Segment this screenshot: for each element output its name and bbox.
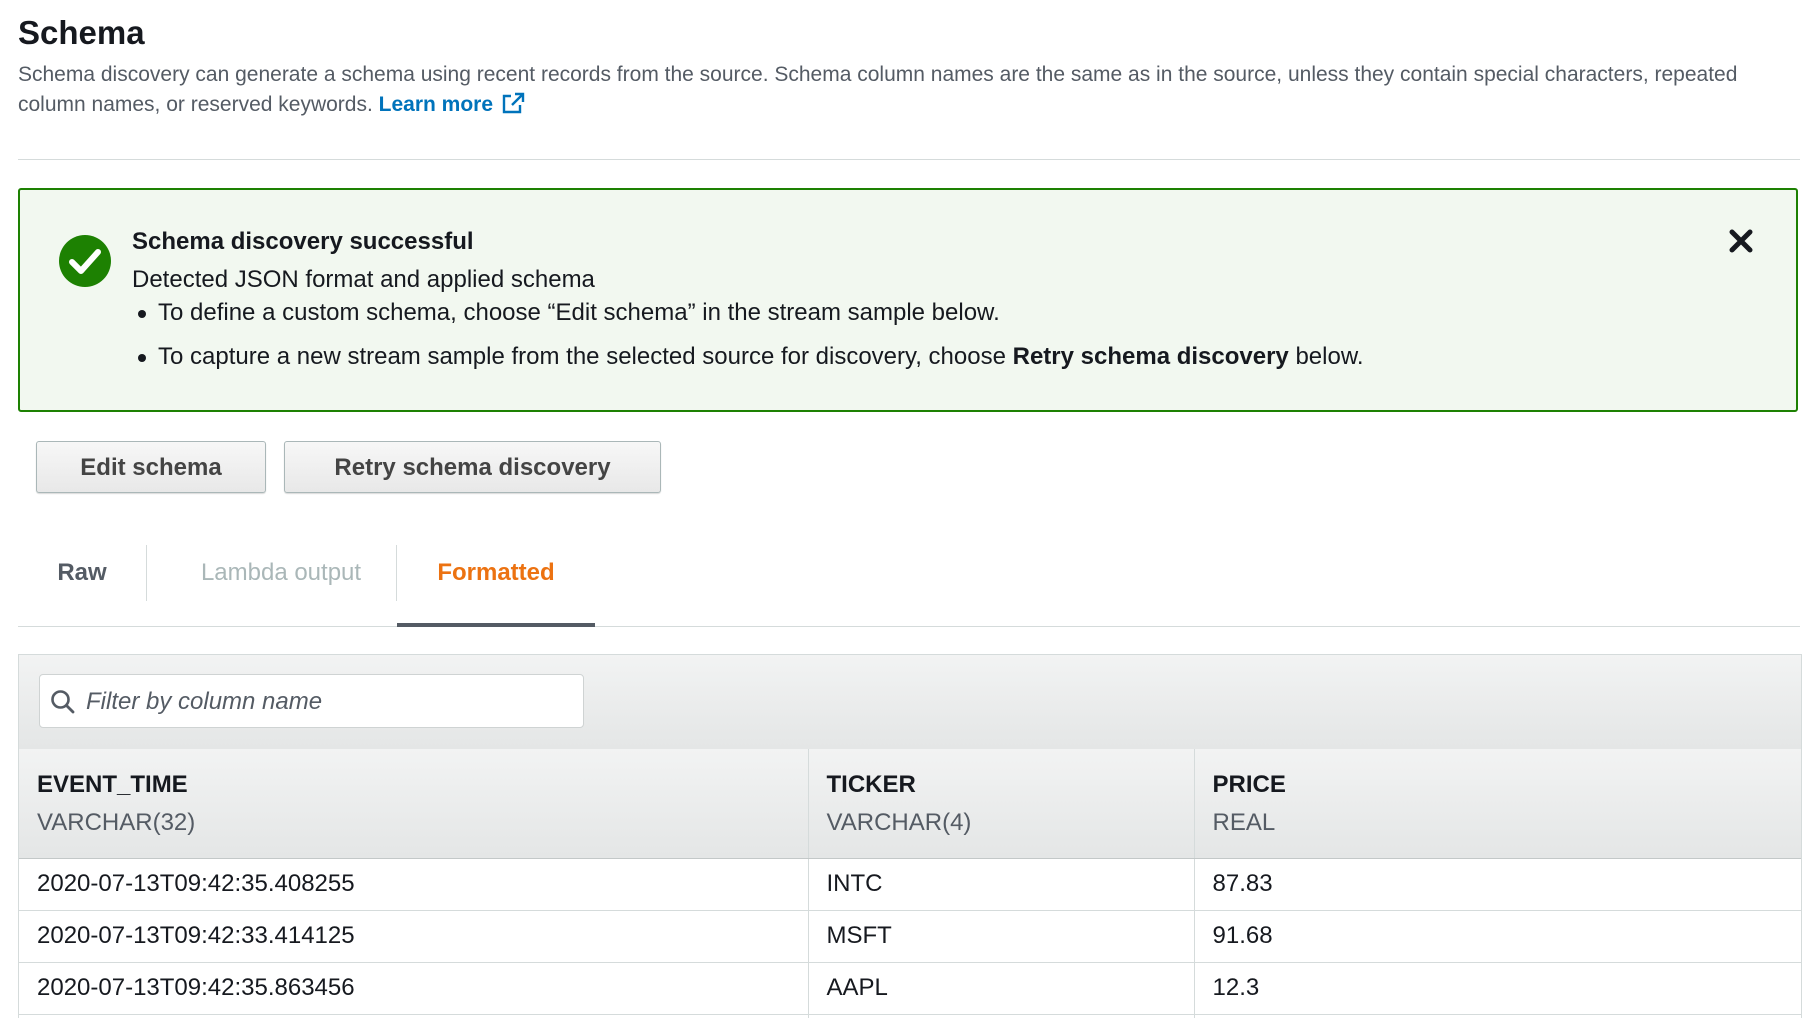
sample-tabs: Raw Lambda output Formatted xyxy=(18,545,1800,627)
page-description: Schema discovery can generate a schema u… xyxy=(18,60,1778,123)
cell-ticker xyxy=(808,1014,1195,1018)
flash-instructions: To define a custom schema, choose “Edit … xyxy=(132,296,1364,384)
cell-ticker: INTC xyxy=(808,858,1195,911)
column-header-price[interactable]: PRICE REAL xyxy=(1194,749,1801,859)
external-link-icon xyxy=(501,92,525,123)
schema-table: EVENT_TIME VARCHAR(32) TICKER VARCHAR(4)… xyxy=(19,749,1801,1018)
table-header-row: EVENT_TIME VARCHAR(32) TICKER VARCHAR(4)… xyxy=(19,749,1801,859)
table-row: 2020-07-13T09:42:35.408255 INTC 87.83 xyxy=(19,858,1801,911)
flash-item-retry-prefix: To capture a new stream sample from the … xyxy=(158,343,1013,370)
cell-event-time: 2020-07-13T09:42:33.414125 xyxy=(19,910,809,963)
cell-event-time: 2020-07-13T09:42:35.408255 xyxy=(19,858,809,911)
flash-item-edit: To define a custom schema, choose “Edit … xyxy=(132,296,1364,330)
page-title: Schema xyxy=(18,14,145,51)
flash-subtitle: Detected JSON format and applied schema xyxy=(132,266,595,293)
table-row xyxy=(19,1014,1801,1018)
schema-table-container: EVENT_TIME VARCHAR(32) TICKER VARCHAR(4)… xyxy=(18,654,1802,1018)
cell-price: 91.68 xyxy=(1194,910,1801,963)
column-type: VARCHAR(4) xyxy=(826,809,972,836)
column-name: TICKER xyxy=(826,771,916,798)
check-circle-icon xyxy=(59,235,111,287)
filter-field[interactable] xyxy=(39,674,584,728)
search-icon xyxy=(51,690,75,714)
close-icon[interactable] xyxy=(1726,226,1756,256)
column-type: VARCHAR(32) xyxy=(37,809,196,836)
edit-schema-button[interactable]: Edit schema xyxy=(36,441,266,493)
learn-more-link[interactable]: Learn more xyxy=(378,92,525,116)
cell-ticker: AAPL xyxy=(808,962,1195,1015)
learn-more-label: Learn more xyxy=(378,93,494,116)
retry-schema-discovery-button[interactable]: Retry schema discovery xyxy=(284,441,661,493)
cell-event-time xyxy=(19,1014,809,1018)
flash-item-retry-suffix: below. xyxy=(1288,343,1364,370)
tab-lambda-output: Lambda output xyxy=(200,559,362,586)
tab-separator xyxy=(146,545,147,601)
flash-title: Schema discovery successful xyxy=(132,228,474,255)
column-type: REAL xyxy=(1212,809,1276,836)
cell-ticker: MSFT xyxy=(808,910,1195,963)
column-header-event-time[interactable]: EVENT_TIME VARCHAR(32) xyxy=(19,749,809,859)
success-flash: Schema discovery successful Detected JSO… xyxy=(18,188,1798,412)
flash-item-retry: To capture a new stream sample from the … xyxy=(132,340,1364,374)
flash-item-retry-bold: Retry schema discovery xyxy=(1012,343,1289,370)
table-row: 2020-07-13T09:42:35.863456 AAPL 12.3 xyxy=(19,962,1801,1015)
cell-price: 87.83 xyxy=(1194,858,1801,911)
filter-bar xyxy=(19,654,1801,750)
column-name: PRICE xyxy=(1212,771,1286,798)
table-row: 2020-07-13T09:42:33.414125 MSFT 91.68 xyxy=(19,910,1801,963)
cell-price xyxy=(1194,1014,1801,1018)
schema-page: Schema Schema discovery can generate a s… xyxy=(0,0,1812,1018)
tab-formatted[interactable]: Formatted xyxy=(397,545,595,627)
cell-event-time: 2020-07-13T09:42:35.863456 xyxy=(19,962,809,1015)
description-text: Schema discovery can generate a schema u… xyxy=(18,63,1738,116)
column-header-ticker[interactable]: TICKER VARCHAR(4) xyxy=(808,749,1195,859)
header-divider xyxy=(18,159,1800,160)
tab-raw[interactable]: Raw xyxy=(18,545,146,626)
filter-input[interactable] xyxy=(84,683,568,721)
column-name: EVENT_TIME xyxy=(37,771,188,798)
cell-price: 12.3 xyxy=(1194,962,1801,1015)
